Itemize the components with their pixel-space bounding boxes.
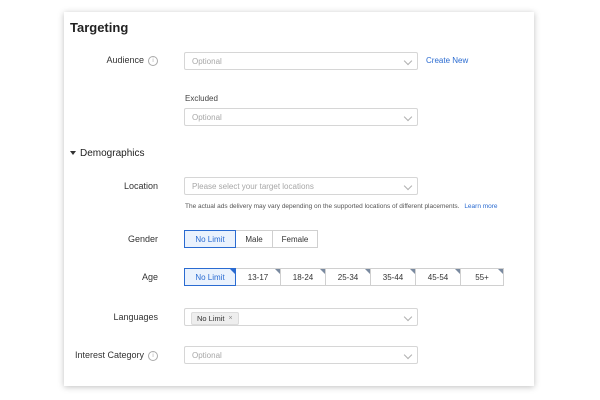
gender-options: No Limit Male Female	[184, 230, 318, 248]
excluded-placeholder: Optional	[192, 113, 222, 122]
audience-label: Audience	[106, 55, 144, 65]
excluded-select[interactable]: Optional	[184, 108, 418, 126]
info-icon[interactable]: i	[148, 55, 158, 66]
age-option-label: 18-24	[292, 272, 314, 282]
location-note-row: The actual ads delivery may vary dependi…	[185, 203, 498, 210]
interest-select[interactable]: Optional	[184, 346, 418, 364]
interest-label: Interest Category	[74, 350, 144, 360]
age-option-45-54[interactable]: 45-54	[415, 268, 461, 286]
chevron-down-icon	[403, 56, 413, 66]
chevron-down-icon	[403, 350, 413, 360]
language-tag-label: No Limit	[197, 314, 225, 323]
create-new-link[interactable]: Create New	[426, 56, 468, 65]
age-options: No Limit 13-17 18-24 25-34 35-44 45-54 5…	[184, 268, 504, 286]
audience-select[interactable]: Optional	[184, 52, 418, 70]
age-option-55-plus[interactable]: 55+	[460, 268, 504, 286]
demographics-title: Demographics	[80, 148, 145, 159]
targeting-card: Targeting Audience i Optional Create New …	[64, 12, 534, 386]
age-option-label: 13-17	[247, 272, 269, 282]
gender-option-label: Female	[281, 234, 309, 244]
age-option-label: 55+	[475, 272, 489, 282]
audience-placeholder: Optional	[192, 57, 222, 66]
interest-label-row: Interest Category i	[38, 350, 158, 361]
age-option-label: No Limit	[195, 272, 225, 282]
corner-marker-icon	[230, 269, 235, 274]
gender-option-label: Male	[245, 234, 263, 244]
gender-label: Gender	[127, 234, 158, 244]
age-option-18-24[interactable]: 18-24	[280, 268, 326, 286]
gender-option-label: No Limit	[195, 234, 225, 244]
age-option-no-limit[interactable]: No Limit	[184, 268, 236, 286]
location-label: Location	[123, 181, 158, 191]
age-option-label: 25-34	[337, 272, 359, 282]
location-note: The actual ads delivery may vary dependi…	[185, 203, 460, 210]
chevron-down-icon	[403, 312, 413, 322]
languages-label: Languages	[113, 312, 158, 322]
age-option-label: 45-54	[427, 272, 449, 282]
language-tag: No Limit ×	[191, 312, 239, 325]
caret-down-icon	[70, 151, 76, 156]
age-option-35-44[interactable]: 35-44	[370, 268, 416, 286]
section-title: Targeting	[70, 20, 129, 35]
demographics-toggle[interactable]: Demographics	[70, 148, 144, 159]
interest-placeholder: Optional	[192, 351, 222, 360]
gender-option-male[interactable]: Male	[235, 230, 273, 248]
age-option-25-34[interactable]: 25-34	[325, 268, 371, 286]
info-icon[interactable]: i	[148, 350, 158, 361]
age-option-13-17[interactable]: 13-17	[235, 268, 281, 286]
age-option-label: 35-44	[382, 272, 404, 282]
gender-option-no-limit[interactable]: No Limit	[184, 230, 236, 248]
audience-label-row: Audience i	[38, 55, 158, 66]
chevron-down-icon	[403, 181, 413, 191]
corner-marker-icon	[498, 269, 503, 274]
remove-tag-icon[interactable]: ×	[229, 315, 233, 322]
excluded-label: Excluded	[185, 94, 218, 103]
languages-select[interactable]: No Limit ×	[184, 308, 418, 326]
chevron-down-icon	[403, 112, 413, 122]
learn-more-link[interactable]: Learn more	[464, 203, 497, 210]
location-select[interactable]: Please select your target locations	[184, 177, 418, 195]
age-label: Age	[141, 272, 158, 282]
location-placeholder: Please select your target locations	[192, 182, 314, 191]
gender-option-female[interactable]: Female	[272, 230, 318, 248]
